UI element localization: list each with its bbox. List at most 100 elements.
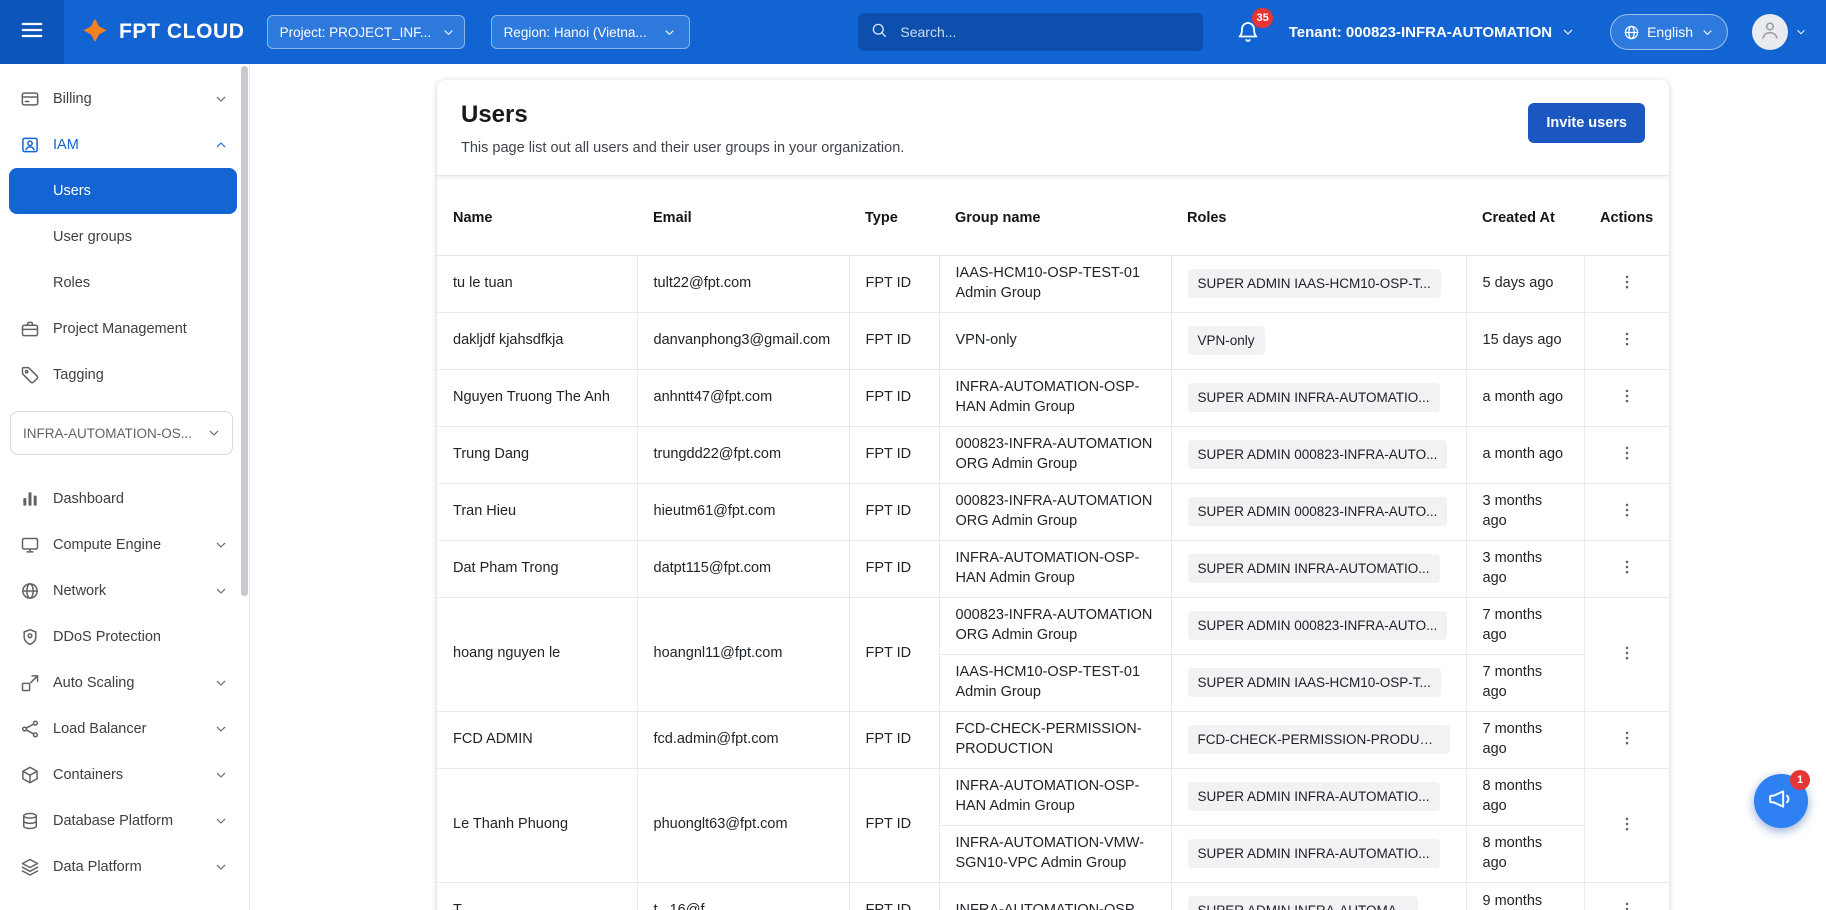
search-input[interactable] <box>898 23 1190 41</box>
table-row: Dat Pham Trongdatpt115@fpt.comFPT IDINFR… <box>437 540 1669 597</box>
kebab-icon <box>1618 815 1636 836</box>
sidebar-item-auto-scaling[interactable]: Auto Scaling <box>9 660 237 706</box>
row-actions-button[interactable] <box>1612 269 1642 299</box>
actions-cell <box>1584 369 1669 426</box>
tenant-dropdown[interactable]: Tenant: 000823-INFRA-AUTOMATION <box>1289 24 1576 41</box>
row-actions-button[interactable] <box>1612 497 1642 527</box>
group-name-cell: 000823-INFRA-AUTOMATION ORG Admin Group <box>939 426 1171 483</box>
region-dropdown[interactable]: Region: Hanoi (Vietna... <box>491 15 691 49</box>
tag-icon <box>20 365 40 385</box>
roles-cell: SUPER ADMIN INFRA-AUTOMATIO... <box>1171 369 1466 426</box>
created-at-cell: 7 months ago <box>1466 654 1584 711</box>
roles-cell: SUPER ADMIN INFRA-AUTOMATIO... <box>1171 825 1466 882</box>
table-row: hoang nguyen lehoangnl11@fpt.comFPT ID00… <box>437 597 1669 654</box>
sidebar-item-tagging[interactable]: Tagging <box>9 352 237 398</box>
group-name-cell: INFRA-AUTOMATION-OSP-HAN Admin Group <box>939 369 1171 426</box>
roles-cell: VPN-only <box>1171 312 1466 369</box>
actions-cell <box>1584 540 1669 597</box>
user-name-cell: FCD ADMIN <box>437 711 637 768</box>
globe-icon <box>1623 24 1640 41</box>
table-row: FCD ADMINfcd.admin@fpt.comFPT IDFCD-CHEC… <box>437 711 1669 768</box>
sidebar-item-ddos-protection[interactable]: DDoS Protection <box>9 614 237 660</box>
sidebar-item-dashboard[interactable]: Dashboard <box>9 476 237 522</box>
sidebar-item-project-management[interactable]: Project Management <box>9 306 237 352</box>
table-row: Le Thanh Phuongphuonglt63@fpt.comFPT IDI… <box>437 768 1669 825</box>
chevron-down-icon <box>1794 25 1808 39</box>
invite-users-button[interactable]: Invite users <box>1528 103 1645 143</box>
user-type-cell: FPT ID <box>849 369 939 426</box>
column-header-roles: Roles <box>1171 176 1466 255</box>
sidebar-item-label: User groups <box>53 229 229 245</box>
user-email-cell: trungdd22@fpt.com <box>637 426 849 483</box>
sidebar-item-label: Auto Scaling <box>53 675 200 691</box>
created-at-cell: 3 months ago <box>1466 540 1584 597</box>
users-card: Users This page list out all users and t… <box>437 80 1669 910</box>
group-name-cell: INFRA-AUTOMATION-OSP-HAN Admin Group <box>939 540 1171 597</box>
row-actions-button[interactable] <box>1612 440 1642 470</box>
notifications-button[interactable]: 35 <box>1233 17 1263 47</box>
group-name-cell: IAAS-HCM10-OSP-TEST-01 Admin Group <box>939 654 1171 711</box>
tenant-dropdown-label: Tenant: 000823-INFRA-AUTOMATION <box>1289 24 1552 41</box>
row-actions-button[interactable] <box>1612 383 1642 413</box>
actions-cell <box>1584 255 1669 312</box>
user-name-cell: Nguyen Truong The Anh <box>437 369 637 426</box>
role-chip: SUPER ADMIN 000823-INFRA-AUTO... <box>1188 611 1448 641</box>
sidebar-item-compute-engine[interactable]: Compute Engine <box>9 522 237 568</box>
sidebar-item-load-balancer[interactable]: Load Balancer <box>9 706 237 752</box>
auto-scaling-icon <box>20 673 40 693</box>
row-actions-button[interactable] <box>1612 725 1642 755</box>
sidebar-item-data-platform[interactable]: Data Platform <box>9 844 237 890</box>
row-actions-button[interactable] <box>1612 896 1642 910</box>
sidebar-item-user-groups[interactable]: User groups <box>9 214 237 260</box>
user-email-cell: danvanphong3@gmail.com <box>637 312 849 369</box>
user-name-cell: Dat Pham Trong <box>437 540 637 597</box>
user-name-cell: Le Thanh Phuong <box>437 768 637 882</box>
hamburger-menu-button[interactable] <box>0 0 64 64</box>
sidebar-item-label: Database Platform <box>53 813 200 829</box>
project-dropdown[interactable]: Project: PROJECT_INF... <box>267 15 465 49</box>
sidebar-item-network[interactable]: Network <box>9 568 237 614</box>
sidebar-item-users[interactable]: Users <box>9 168 237 214</box>
row-actions-button[interactable] <box>1612 554 1642 584</box>
user-email-cell: anhntt47@fpt.com <box>637 369 849 426</box>
user-type-cell: FPT ID <box>849 882 939 910</box>
role-chip: SUPER ADMIN INFRA-AUTOMA... <box>1188 896 1419 910</box>
sidebar-item-roles[interactable]: Roles <box>9 260 237 306</box>
sidebar-item-database-platform[interactable]: Database Platform <box>9 798 237 844</box>
sidebar-scrollbar[interactable] <box>241 66 248 596</box>
user-name-cell: hoang nguyen le <box>437 597 637 711</box>
announcements-fab[interactable]: 1 <box>1754 774 1808 828</box>
chevron-down-icon <box>213 91 229 107</box>
user-email-cell: phuonglt63@fpt.com <box>637 768 849 882</box>
shield-icon <box>20 627 40 647</box>
language-dropdown[interactable]: English <box>1610 14 1728 50</box>
sidebar-project-select[interactable]: INFRA-AUTOMATION-OS... <box>10 411 233 455</box>
sidebar-item-containers[interactable]: Containers <box>9 752 237 798</box>
chevron-down-icon <box>213 767 229 783</box>
role-chip: SUPER ADMIN 000823-INFRA-AUTO... <box>1188 440 1448 470</box>
briefcase-icon <box>20 319 40 339</box>
role-chip: SUPER ADMIN INFRA-AUTOMATIO... <box>1188 383 1440 413</box>
chevron-down-icon <box>213 675 229 691</box>
user-type-cell: FPT ID <box>849 483 939 540</box>
role-chip: SUPER ADMIN 000823-INFRA-AUTO... <box>1188 497 1448 527</box>
kebab-icon <box>1618 900 1636 910</box>
chevron-down-icon <box>213 721 229 737</box>
row-actions-button[interactable] <box>1612 810 1642 840</box>
sidebar-item-iam[interactable]: IAM <box>9 122 237 168</box>
chevron-down-icon <box>1700 25 1715 40</box>
sidebar-item-billing[interactable]: Billing <box>9 76 237 122</box>
sidebar-item-label: Roles <box>53 275 229 291</box>
actions-cell <box>1584 711 1669 768</box>
row-actions-button[interactable] <box>1612 639 1642 669</box>
kebab-icon <box>1618 387 1636 408</box>
users-table-head-row: NameEmailTypeGroup nameRolesCreated AtAc… <box>437 176 1669 255</box>
page-title: Users <box>461 101 904 129</box>
chevron-down-icon <box>213 859 229 875</box>
user-menu[interactable] <box>1752 14 1808 50</box>
group-name-cell: INFRA-AUTOMATION-OSP-HAN Admin Group <box>939 768 1171 825</box>
row-actions-button[interactable] <box>1612 326 1642 356</box>
kebab-icon <box>1618 558 1636 579</box>
sidebar-item-label: Load Balancer <box>53 721 200 737</box>
compute-icon <box>20 535 40 555</box>
